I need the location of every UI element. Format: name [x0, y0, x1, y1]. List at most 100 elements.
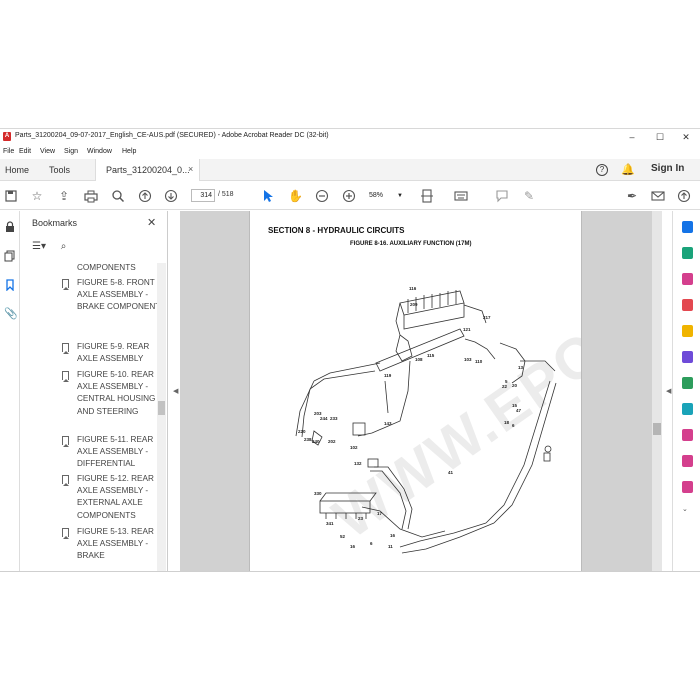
bookmarks-title: Bookmarks — [32, 218, 78, 228]
export-pdf-icon[interactable] — [682, 247, 693, 259]
menu-file[interactable]: File — [3, 148, 14, 155]
bookmark-item[interactable]: FIGURE 5-10. REAR AXLE ASSEMBLY - CENTRA… — [77, 369, 158, 418]
menu-window[interactable]: Window — [87, 148, 112, 155]
print-icon[interactable] — [84, 189, 98, 203]
callout-label: 11 — [388, 544, 393, 549]
sign-in-button[interactable]: Sign In — [651, 163, 684, 174]
bookmarks-tools: ☰▾ ⌕ — [32, 241, 66, 252]
window-title: Parts_31200204_09-07-2017_English_CE-AUS… — [15, 132, 329, 139]
tab-tools[interactable]: Tools — [49, 159, 70, 181]
organize-pages-icon[interactable] — [682, 377, 693, 389]
callout-label: 18 — [504, 420, 510, 425]
maximize-button[interactable]: ☐ — [648, 130, 672, 144]
collapse-left-panel-icon[interactable]: ◀ — [173, 387, 178, 395]
bookmark-flag-icon — [62, 371, 69, 382]
find-bookmark-icon[interactable]: ⌕ — [61, 241, 67, 252]
bookmark-flag-icon — [62, 436, 69, 447]
menu-edit[interactable]: Edit — [19, 148, 31, 155]
right-tools-strip: ⌄ — [672, 211, 700, 571]
callout-label: 209 — [410, 302, 418, 307]
comment-icon[interactable] — [495, 189, 509, 203]
bookmark-item[interactable]: FIGURE 5-12. REAR AXLE ASSEMBLY - EXTERN… — [77, 473, 158, 522]
bookmarks-close-button[interactable]: ✕ — [147, 216, 156, 229]
bell-icon[interactable]: 🔔 — [621, 163, 635, 176]
tab-home[interactable]: Home — [5, 159, 29, 181]
help-icon[interactable]: ? — [596, 164, 608, 176]
zoom-level-value: 58% — [369, 192, 384, 199]
combine-files-icon[interactable] — [682, 351, 693, 363]
chevron-down-icon[interactable]: ⌄ — [682, 505, 688, 513]
menu-view[interactable]: View — [40, 148, 55, 155]
bookmark-star-icon[interactable]: ☆ — [30, 189, 44, 203]
bookmarks-scroll-thumb[interactable] — [158, 401, 165, 415]
bookmark-flag-icon — [62, 528, 69, 539]
bookmarks-panel-icon[interactable] — [4, 279, 16, 292]
protect-icon[interactable] — [682, 455, 693, 467]
callout-label: 17 — [377, 511, 383, 516]
page-number-input[interactable]: 314 — [191, 189, 215, 202]
page-fit-icon[interactable] — [420, 189, 434, 203]
page-thumbnails-icon[interactable] — [4, 250, 16, 262]
hydraulic-diagram — [295, 290, 557, 554]
close-window-button[interactable]: ✕ — [674, 130, 698, 144]
callout-label: 132 — [354, 461, 362, 466]
bookmark-item[interactable]: FIGURE 5-11. REAR AXLE ASSEMBLY - DIFFER… — [77, 434, 158, 471]
keyboard-icon[interactable] — [454, 189, 468, 203]
menu-help[interactable]: Help — [122, 148, 136, 155]
upload-cloud-icon[interactable]: ⇪ — [57, 189, 71, 203]
document-scroll-thumb[interactable] — [653, 423, 661, 435]
tab-document[interactable]: Parts_31200204_0... — [95, 159, 200, 181]
callout-label: 116 — [409, 286, 417, 291]
callout-label: 217 — [483, 315, 491, 320]
callout-label: 220 — [298, 429, 306, 434]
callout-label: 238 — [304, 437, 312, 442]
lock-icon[interactable] — [4, 221, 16, 233]
bookmarks-scrollbar[interactable] — [157, 263, 166, 571]
callout-label: 22 — [502, 384, 508, 389]
bookmark-item[interactable]: FIGURE 5-9. REAR AXLE ASSEMBLY — [77, 341, 158, 365]
zoom-in-icon[interactable] — [342, 189, 356, 203]
acrobat-app-icon: A — [3, 132, 11, 141]
share-icon[interactable] — [677, 189, 691, 203]
callout-label: 244 — [320, 416, 328, 421]
bookmark-options-icon[interactable]: ☰▾ — [32, 241, 46, 252]
more-tools-icon[interactable] — [682, 481, 693, 493]
search-tool-icon[interactable] — [682, 221, 693, 233]
bookmark-item[interactable]: FIGURE 5-8. FRONT AXLE ASSEMBLY - BRAKE … — [77, 277, 158, 314]
bookmark-item[interactable]: COMPONENTS — [77, 263, 158, 274]
select-cursor-icon[interactable] — [261, 189, 275, 203]
next-page-icon[interactable] — [164, 189, 178, 203]
zoom-level-select[interactable]: 58% ▼ — [369, 189, 407, 202]
callout-label: 240 — [312, 439, 320, 444]
create-pdf-icon[interactable] — [682, 273, 693, 285]
tab-close-button[interactable]: × — [188, 164, 193, 174]
edit-pdf-icon[interactable] — [682, 299, 693, 311]
hand-tool-icon[interactable]: ✋ — [288, 189, 303, 203]
left-navigation-strip: 📎 — [0, 211, 20, 571]
tab-bar: Home Tools Parts_31200204_0... × ? 🔔 Sig… — [0, 159, 700, 181]
callout-label: 233 — [330, 416, 338, 421]
search-icon[interactable] — [111, 189, 125, 203]
email-icon[interactable] — [651, 189, 665, 203]
minimize-button[interactable]: – — [620, 130, 644, 144]
sign-document-icon[interactable]: ✒ — [625, 189, 639, 203]
bookmarks-panel: Bookmarks ✕ ☰▾ ⌕ COMPONENTS FIGURE 5-8. … — [21, 211, 168, 571]
zoom-out-icon[interactable] — [315, 189, 329, 203]
bookmark-item[interactable]: FIGURE 5-13. REAR AXLE ASSEMBLY - BRAKE — [77, 526, 158, 563]
document-scrollbar[interactable] — [652, 211, 662, 571]
collapse-right-panel-icon[interactable]: ◀ — [666, 387, 671, 395]
save-icon[interactable] — [4, 189, 18, 203]
previous-page-icon[interactable] — [138, 189, 152, 203]
enhance-scans-icon[interactable] — [682, 403, 693, 415]
title-bar: A Parts_31200204_09-07-2017_English_CE-A… — [0, 129, 700, 145]
menu-sign[interactable]: Sign — [64, 148, 78, 155]
attachments-paperclip-icon[interactable]: 📎 — [4, 308, 18, 320]
highlight-pen-icon[interactable]: ✎ — [522, 189, 536, 203]
callout-label: 23 — [358, 516, 364, 521]
callout-label: 5 — [505, 379, 508, 384]
callout-label: 103 — [464, 357, 472, 362]
pdf-page: WWW.EPCSO.COM SECTION 8 - HYDRAULIC CIRC… — [249, 211, 582, 571]
bookmark-flag-icon — [62, 279, 69, 290]
fill-sign-icon[interactable] — [682, 429, 693, 441]
comment-tool-icon[interactable] — [682, 325, 693, 337]
